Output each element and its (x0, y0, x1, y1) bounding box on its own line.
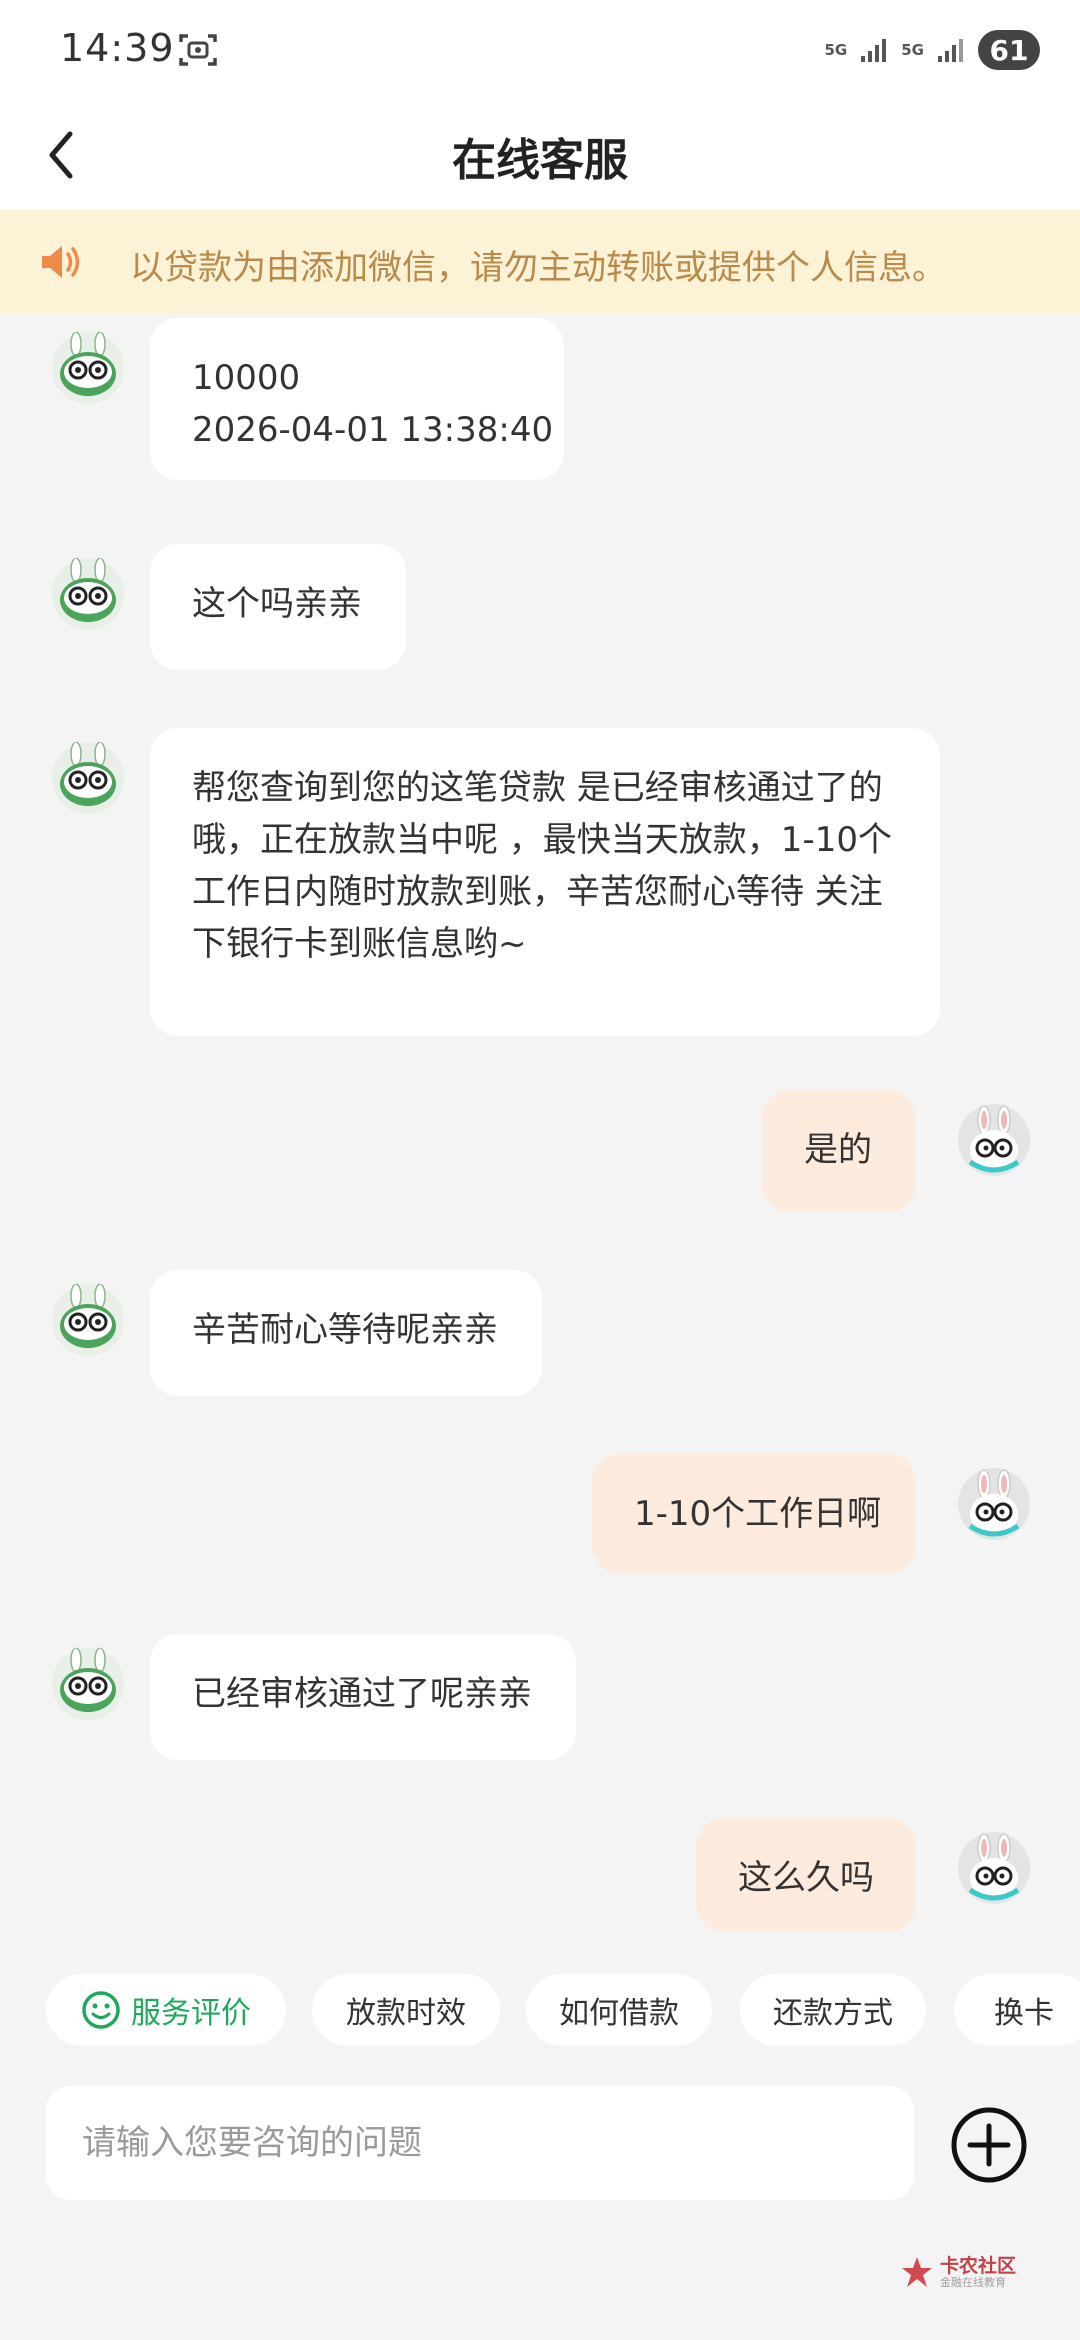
question-input[interactable] (46, 2086, 914, 2200)
screenshot-icon (179, 34, 217, 66)
message-text-line: 这个吗亲亲 (192, 584, 362, 624)
message-text-line: 下银行卡到账信息哟~ (192, 924, 527, 964)
message-text-line: 10000 (192, 358, 301, 398)
network-5g-label-2: 5G (901, 41, 924, 59)
agent-message-bubble[interactable]: 辛苦耐心等待呢亲亲 (150, 1270, 542, 1396)
status-time: 14:39 (60, 26, 175, 70)
status-indicators: 5G 5G 61 (824, 28, 1040, 72)
chat-message-list[interactable]: 10000 2026-04-01 13:38:40 这个吗亲亲帮您查询到您的这笔贷款… (0, 314, 1080, 1964)
quick-action-label: 还款方式 (773, 1996, 893, 2031)
quick-action-how-to-borrow[interactable]: 如何借款 (526, 1974, 712, 2046)
notice-text: 以贷款为由添加微信，请勿主动转账或提供个人信息。 (130, 248, 946, 288)
user-message-bubble[interactable]: 1-10个工作日啊 (592, 1454, 916, 1574)
agent-avatar (52, 1647, 124, 1720)
agent-avatar (52, 331, 124, 404)
agent-avatar (52, 741, 124, 814)
message-text-line: 是的 (804, 1130, 872, 1170)
signal-icon-2 (938, 39, 963, 62)
quick-action-change-card[interactable]: 换卡 (954, 1974, 1080, 2046)
user-avatar (958, 1104, 1030, 1176)
message-text-line: 1-10个工作日啊 (634, 1494, 882, 1534)
quick-action-repayment-methods[interactable]: 还款方式 (740, 1974, 926, 2046)
message-text-line: 已经审核通过了呢亲亲 (192, 1674, 532, 1714)
message-text-line: 2026-04-01 13:38:40 (192, 410, 554, 450)
kanong-logo-icon (902, 2257, 932, 2287)
agent-message-bubble[interactable]: 这个吗亲亲 (150, 544, 406, 670)
quick-action-label: 换卡 (994, 1996, 1054, 2031)
agent-avatar (52, 1283, 124, 1356)
watermark-subtitle: 金融在线教育 (940, 2275, 1006, 2289)
notice-banner: 以贷款为由添加微信，请勿主动转账或提供个人信息。 (0, 210, 1080, 314)
agent-message-bubble[interactable]: 10000 2026-04-01 13:38:40 (150, 318, 564, 480)
quick-action-loan-timing[interactable]: 放款时效 (312, 1974, 500, 2046)
network-5g-label: 5G (824, 41, 848, 59)
signal-icon (861, 39, 887, 62)
watermark-title: 卡农社区 (940, 2254, 1017, 2277)
watermark: 卡农社区 金融在线教育 (900, 2252, 1030, 2292)
message-text-line: 帮您查询到您的这笔贷款 是已经审核通过了的 (192, 768, 883, 808)
header: 在线客服 (0, 100, 1080, 210)
quick-actions: 服务评价 放款时效 如何借款 还款方式 换卡 (0, 1974, 1080, 2050)
status-bar: 14:39 5G 5G 61 (0, 0, 1080, 100)
user-message-bubble[interactable]: 这么久吗 (696, 1818, 916, 1932)
user-message-bubble[interactable]: 是的 (762, 1090, 916, 1212)
quick-action-label: 服务评价 (131, 1996, 251, 2031)
speaker-icon (42, 246, 80, 278)
quick-action-label: 如何借款 (559, 1996, 679, 2031)
message-text-line: 哦，正在放款当中呢 ，最快当天放款，1-10个 (192, 820, 892, 860)
plus-circle-icon[interactable] (950, 2106, 1028, 2184)
agent-message-bubble[interactable]: 帮您查询到您的这笔贷款 是已经审核通过了的 哦，正在放款当中呢 ，最快当天放款，1… (150, 728, 940, 1036)
agent-avatar (52, 557, 124, 630)
user-avatar (958, 1832, 1030, 1904)
message-text-line: 工作日内随时放款到账，辛苦您耐心等待 关注 (192, 872, 883, 912)
message-text-line: 辛苦耐心等待呢亲亲 (192, 1310, 498, 1350)
user-avatar (958, 1468, 1030, 1540)
battery-indicator: 61 (978, 30, 1040, 70)
agent-message-bubble[interactable]: 已经审核通过了呢亲亲 (150, 1634, 576, 1760)
quick-action-label: 放款时效 (346, 1996, 466, 2031)
page-title: 在线客服 (452, 135, 628, 186)
smile-icon (82, 1991, 120, 2029)
quick-action-service-rating[interactable]: 服务评价 (46, 1974, 286, 2046)
message-text-line: 这么久吗 (738, 1858, 874, 1898)
